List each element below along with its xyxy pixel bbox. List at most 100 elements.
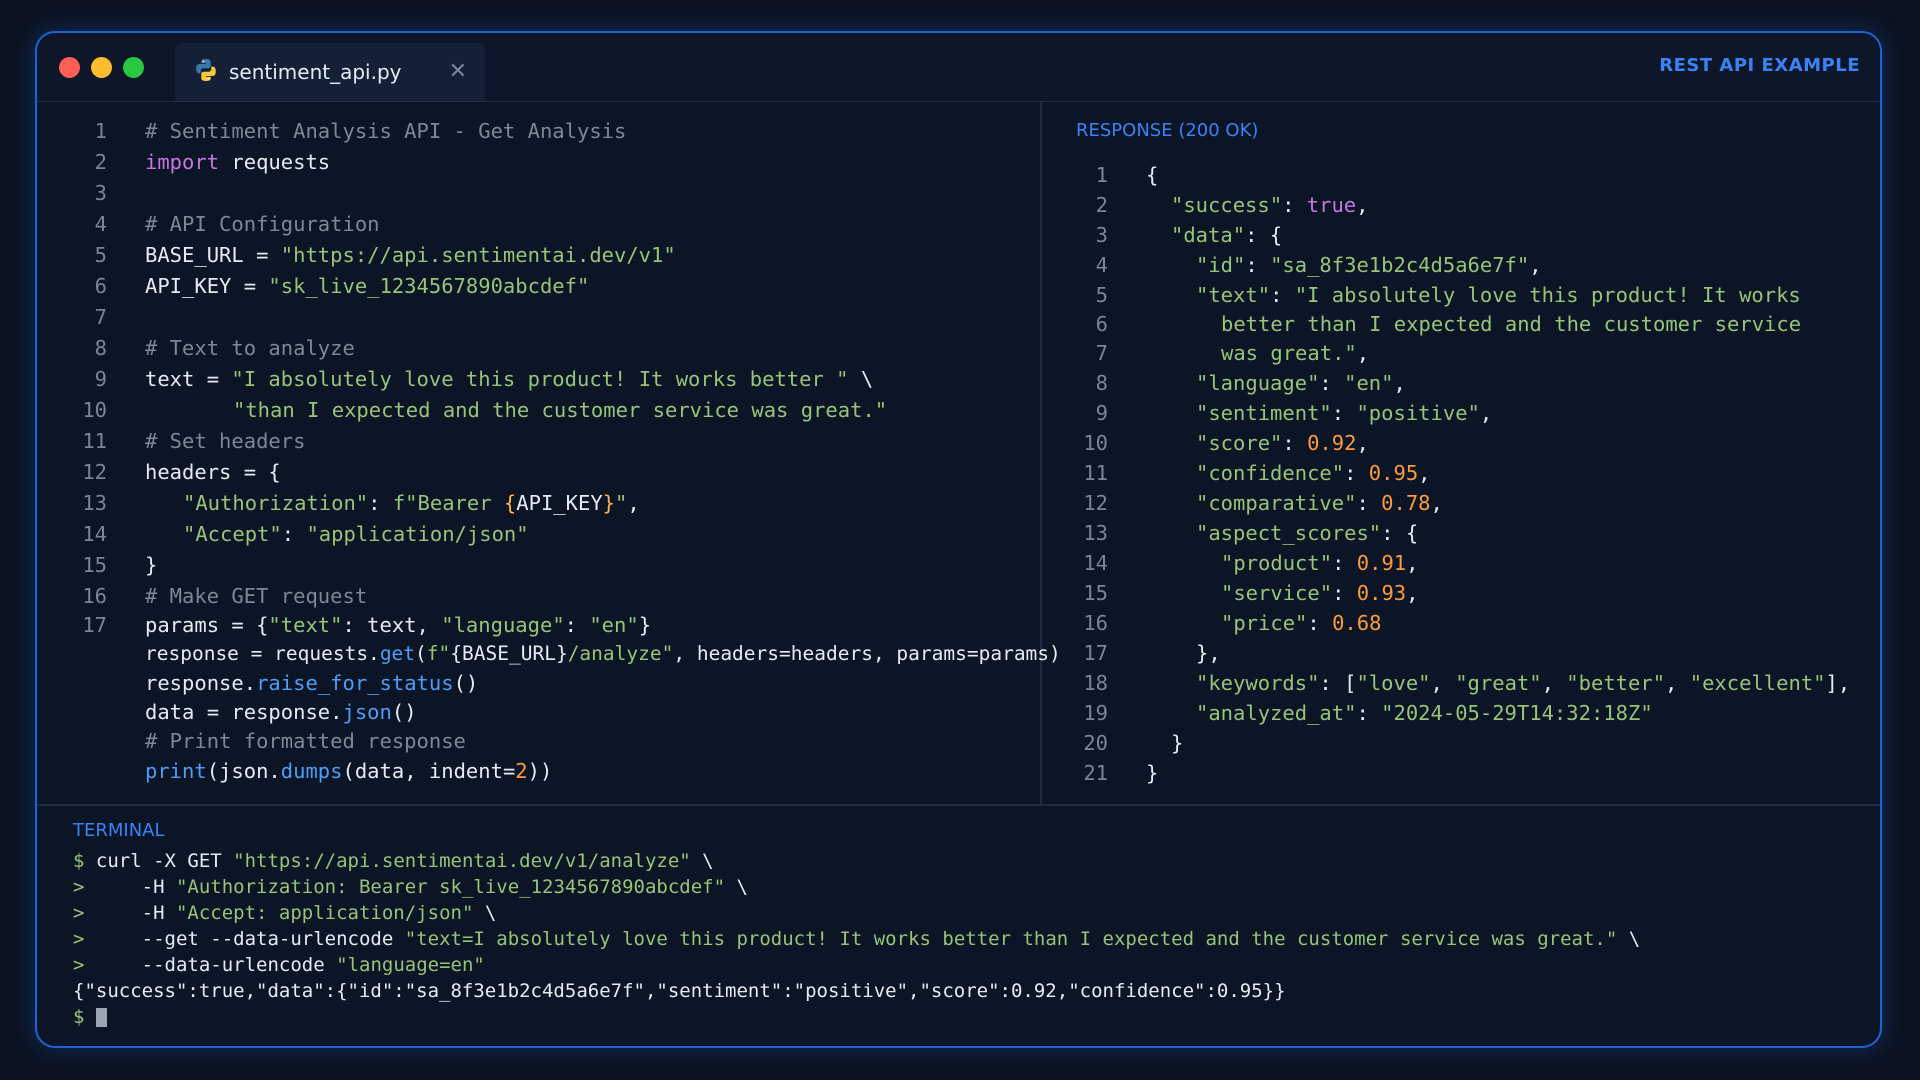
code-string: f" xyxy=(426,642,451,665)
code-editor-pane[interactable]: 1 2 3 4 5 6 7 8 9 10 11 12 13 14 15 16 17 # Sentiment An… xyxy=(37,102,1061,804)
code-string: "Authorization" xyxy=(183,491,369,515)
code-text: () xyxy=(453,671,479,695)
json-number: 0.78 xyxy=(1381,491,1431,515)
tab-label: sentiment_api.py xyxy=(229,60,402,84)
json-key: "id" xyxy=(1196,253,1246,277)
json-punct: : xyxy=(1245,253,1271,277)
json-line: was great.", xyxy=(1221,338,1369,368)
code-comment: # Print formatted response xyxy=(145,729,466,753)
tab-sentiment-api[interactable]: sentiment_api.py ✕ xyxy=(175,43,485,101)
json-punct: : { xyxy=(1245,223,1283,247)
json-punct: : xyxy=(1332,581,1357,605)
close-tab-icon[interactable]: ✕ xyxy=(449,59,467,84)
terminal-output: {"success":true,"data":{"id":"sa_8f3e1b2… xyxy=(73,980,1286,1002)
json-key: "analyzed_at" xyxy=(1196,701,1357,725)
line-number: 10 xyxy=(1083,431,1108,455)
code-text: : xyxy=(368,491,393,515)
line-number: 6 xyxy=(1095,312,1108,336)
json-line: "product": 0.91, xyxy=(1221,548,1419,578)
line-number: 15 xyxy=(82,553,107,577)
json-punct: : xyxy=(1282,193,1307,217)
code-text: : xyxy=(281,522,307,546)
line-number: 18 xyxy=(1083,671,1108,695)
json-line: "success": true, xyxy=(1171,190,1369,220)
code-text: : xyxy=(564,613,590,637)
line-number: 5 xyxy=(1095,283,1108,307)
code-line: } xyxy=(145,550,157,580)
json-punct: , xyxy=(1356,431,1369,455)
code-string: "than I expected and the customer servic… xyxy=(233,398,888,422)
code-line: API_KEY = "sk_live_1234567890abcdef" xyxy=(145,271,589,301)
json-punct: , xyxy=(1406,581,1419,605)
code-text: : text, xyxy=(342,613,442,637)
code-line: BASE_URL = "https://api.sentimentai.dev/… xyxy=(145,240,676,270)
title-bar: sentiment_api.py ✕ REST API EXAMPLE xyxy=(37,33,1880,102)
line-number: 3 xyxy=(1095,223,1108,247)
json-key: "keywords" xyxy=(1196,671,1320,695)
terminal-line: > -H "Accept: application/json" \ xyxy=(73,901,496,926)
terminal-pane[interactable]: TERMINAL $ curl -X GET "https://api.sent… xyxy=(37,804,1880,1046)
terminal-line: > -H "Authorization: Bearer sk_live_1234… xyxy=(73,875,748,900)
code-comment: # Make GET request xyxy=(145,584,368,608)
json-value: was great." xyxy=(1221,341,1357,365)
code-comment: # API Configuration xyxy=(145,212,380,236)
json-number: 0.91 xyxy=(1356,551,1407,575)
code-text: \ xyxy=(848,367,874,391)
close-window-button[interactable] xyxy=(59,57,80,78)
json-number: 0.68 xyxy=(1332,611,1382,635)
terminal-prompt: > xyxy=(73,954,85,976)
json-line: "price": 0.68 xyxy=(1221,608,1381,638)
terminal-string: "language=en" xyxy=(336,954,485,976)
json-line: "keywords": ["love", "great", "better", … xyxy=(1196,668,1850,698)
line-number: 16 xyxy=(82,584,107,608)
line-number: 17 xyxy=(1083,641,1108,665)
code-string: "text" xyxy=(268,613,343,637)
json-line: "language": "en", xyxy=(1196,368,1406,398)
line-number: 2 xyxy=(1095,193,1108,217)
line-number: 1 xyxy=(94,119,107,143)
response-pane[interactable]: RESPONSE (200 OK) 1 2 3 4 5 6 7 8 9 10 11 12 13 14 15 1… xyxy=(1044,102,1880,804)
code-text: data = response. xyxy=(145,700,343,724)
code-comment: # Text to analyze xyxy=(145,336,355,360)
code-line: # Print formatted response xyxy=(145,726,466,756)
code-text: headers = { xyxy=(145,460,281,484)
line-number: 12 xyxy=(1083,491,1108,515)
json-key: "service" xyxy=(1221,581,1333,605)
code-text: () xyxy=(391,700,417,724)
json-value: "sa_8f3e1b2c4d5a6e7f" xyxy=(1270,253,1530,277)
terminal-text: -H xyxy=(84,876,176,898)
terminal-prompt: $ xyxy=(73,1006,85,1028)
json-line: "sentiment": "positive", xyxy=(1196,398,1492,428)
json-punct: : xyxy=(1356,701,1382,725)
code-function: dumps xyxy=(280,759,343,783)
json-punct: : xyxy=(1356,491,1382,515)
terminal-line: $ curl -X GET "https://api.sentimentai.d… xyxy=(73,849,714,874)
terminal-cursor[interactable] xyxy=(95,1008,107,1027)
code-line: # Set headers xyxy=(145,426,305,456)
terminal-prompt: > xyxy=(73,928,85,950)
maximize-window-button[interactable] xyxy=(123,57,144,78)
line-number: 14 xyxy=(82,522,107,546)
json-punct: , xyxy=(1418,461,1431,485)
line-number: 7 xyxy=(1095,341,1108,365)
line-number: 5 xyxy=(94,243,107,267)
minimize-window-button[interactable] xyxy=(91,57,112,78)
json-line: "text": "I absolutely love this product!… xyxy=(1196,280,1801,310)
json-punct: , xyxy=(1393,371,1406,395)
json-punct: : xyxy=(1270,283,1295,307)
terminal-line: > --data-urlencode "language=en" xyxy=(73,953,485,978)
line-number: 11 xyxy=(82,429,107,453)
code-text: } xyxy=(145,553,158,577)
line-number: 14 xyxy=(1083,551,1108,575)
json-punct: , xyxy=(1541,671,1567,695)
json-line: }, xyxy=(1196,638,1221,668)
json-line: "data": { xyxy=(1171,220,1282,250)
terminal-text: \ xyxy=(1617,928,1641,950)
code-line: # Make GET request xyxy=(145,581,367,611)
code-string: "https://api.sentimentai.dev/v1" xyxy=(280,243,676,267)
code-line: text = "I absolutely love this product! … xyxy=(145,364,873,394)
json-line: } xyxy=(1171,728,1183,758)
line-number: 4 xyxy=(1095,253,1108,277)
terminal-string: "https://api.sentimentai.dev/v1/analyze" xyxy=(233,850,691,872)
line-number: 15 xyxy=(1083,581,1108,605)
